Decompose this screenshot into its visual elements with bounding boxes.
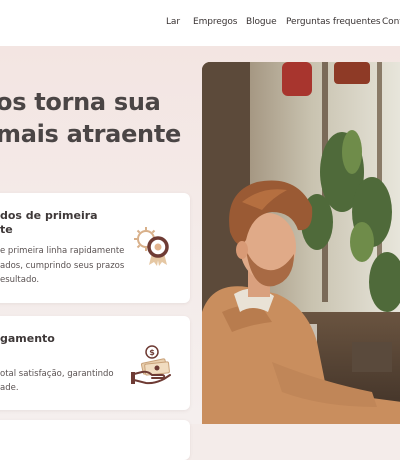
man-working-on-laptop-photo (202, 62, 400, 424)
nav-item-jobs[interactable]: Empregos (193, 17, 237, 27)
feature-card-payment: gamento otal satisfação, garantindo ade.… (0, 316, 190, 410)
feature-card-quality: dos de primeira te e primeira linha rapi… (0, 193, 190, 303)
feature-card-text-line-1: otal satisfação, garantindo (0, 369, 114, 379)
quality-medal-gear-icon (134, 227, 169, 266)
nav-item-faq[interactable]: Perguntas frequentes (286, 17, 381, 27)
nav-item-contact[interactable]: Cont (382, 17, 400, 27)
hero-headline-line-1: os torna sua (0, 88, 161, 116)
main-nav: Lar Empregos Blogue Perguntas frequentes… (0, 17, 400, 31)
feature-card-title: gamento (0, 332, 55, 345)
feature-card-text-line-3: esultado. (0, 275, 40, 285)
feature-card-title-line-1: dos de primeira (0, 209, 98, 222)
hero-headline-line-2: mais atraente (0, 120, 181, 148)
svg-text:$: $ (149, 348, 155, 357)
nav-item-home[interactable]: Lar (166, 17, 180, 27)
payment-hand-money-icon: $ (131, 345, 171, 385)
hero-photo-illustration (202, 62, 400, 424)
feature-card-text-line-2: ade. (0, 383, 19, 393)
feature-card-partial (0, 420, 190, 460)
hero-headline: os torna sua mais atraente (0, 86, 206, 150)
feature-card-text-line-1: e primeira linha rapidamente (0, 246, 125, 256)
nav-item-blog[interactable]: Blogue (246, 17, 277, 27)
feature-card-title-line-2: te (0, 223, 13, 236)
top-navigation-bar: Lar Empregos Blogue Perguntas frequentes… (0, 0, 400, 46)
feature-card-text-line-2: ados, cumprindo seus prazos (0, 261, 125, 271)
